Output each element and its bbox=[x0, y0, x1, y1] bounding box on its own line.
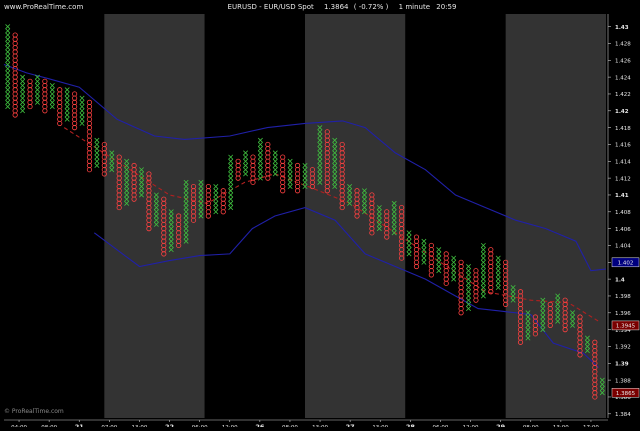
y-tick-label: 1.384 bbox=[615, 412, 631, 418]
y-tick-label: 1.388 bbox=[615, 378, 631, 384]
price-marker-label: 1.3945 bbox=[616, 324, 636, 330]
x-tick-label: 28 bbox=[406, 423, 416, 427]
y-tick-label: 1.426 bbox=[615, 58, 631, 64]
y-tick-label: 1.42 bbox=[615, 109, 629, 115]
price-change: ( -0.72% ) bbox=[354, 3, 389, 11]
y-tick-label: 1.406 bbox=[615, 227, 631, 233]
session-band-1 bbox=[4, 14, 105, 418]
chart-title: EURUSD - EUR/USD Spot 1.3864 ( -0.72% ) … bbox=[228, 3, 457, 11]
y-tick-label: 1.424 bbox=[615, 75, 631, 81]
y-tick-label: 1.4 bbox=[615, 277, 625, 283]
price-marker-label: 1.3865 bbox=[616, 391, 636, 397]
session-band-6 bbox=[505, 14, 606, 418]
session-band-3 bbox=[204, 14, 305, 418]
y-tick-label: 1.408 bbox=[615, 210, 631, 216]
y-tick-label: 1.398 bbox=[615, 294, 631, 300]
x-tick-label: 27 bbox=[346, 423, 355, 427]
x-tick-label: 26 bbox=[255, 423, 265, 427]
chart-interval: 1 minute bbox=[399, 3, 430, 11]
y-tick-label: 1.416 bbox=[615, 143, 631, 149]
y-tick-label: 1.392 bbox=[615, 345, 631, 351]
y-tick-label: 1.414 bbox=[615, 159, 631, 165]
price-marker: 1.402 bbox=[611, 257, 640, 268]
price-marker-label: 1.402 bbox=[618, 261, 634, 267]
x-tick-label: 21 bbox=[75, 423, 85, 427]
last-price: 1.3864 bbox=[324, 3, 349, 11]
y-tick-label: 1.41 bbox=[615, 193, 629, 199]
y-tick-label: 1.418 bbox=[615, 126, 631, 132]
y-tick-label: 1.428 bbox=[615, 42, 631, 48]
price-marker: 1.3945 bbox=[611, 320, 640, 331]
session-shading bbox=[4, 14, 606, 418]
x-tick-label: 29 bbox=[496, 423, 506, 427]
price-marker: 1.3865 bbox=[611, 388, 640, 398]
x-tick-label: 22 bbox=[165, 423, 174, 427]
y-tick-label: 1.404 bbox=[615, 244, 631, 250]
y-tick-label: 1.396 bbox=[615, 311, 631, 317]
site-link[interactable]: www.ProRealTime.com bbox=[4, 3, 83, 11]
chart-root: 1.384 1.386 1.388 1.39 1.392 1.394 1.396 1.398 1… bbox=[0, 0, 640, 431]
session-band-5 bbox=[405, 14, 506, 418]
y-tick-label: 1.39 bbox=[615, 361, 629, 367]
y-tick-label: 1.412 bbox=[615, 176, 631, 182]
watermark: © ProRealTime.com bbox=[4, 408, 64, 415]
y-tick-label: 1.43 bbox=[615, 25, 629, 31]
last-time: 20:59 bbox=[436, 3, 456, 11]
session-band-2 bbox=[104, 14, 205, 418]
symbol-name: EURUSD - EUR/USD Spot bbox=[228, 3, 314, 11]
chart-svg: 1.3841.3861.3881.391.3921.3941.3961.3981… bbox=[0, 0, 640, 431]
y-tick-label: 1.422 bbox=[615, 92, 631, 98]
